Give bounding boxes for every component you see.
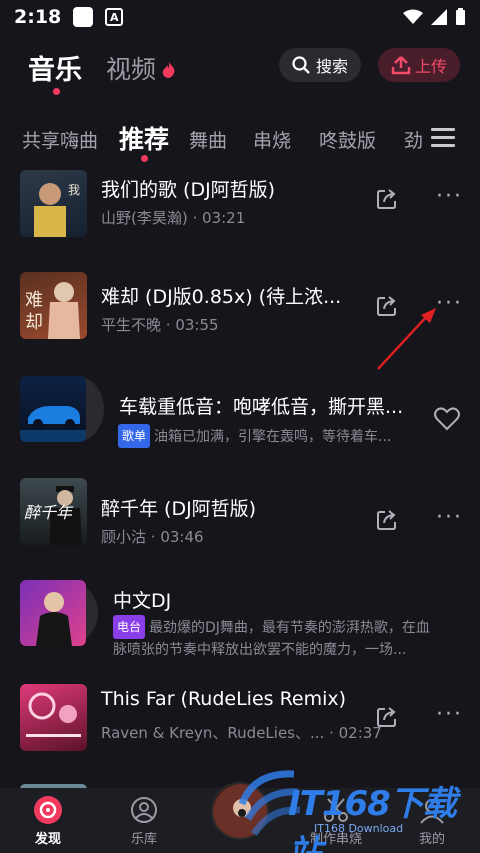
cat-tab-recommend[interactable]: 推荐 bbox=[119, 120, 169, 156]
nav-library[interactable]: 乐库 bbox=[104, 788, 184, 853]
song-meta: Raven & Kreyn、RudeLies、... · 02:37 bbox=[101, 724, 382, 742]
cat-tab-dance[interactable]: 舞曲 bbox=[189, 126, 227, 153]
library-icon bbox=[131, 797, 157, 823]
playlist-desc: 油箱已加满，引擎在轰鸣，等待着车... bbox=[154, 429, 392, 445]
more-options-icon[interactable]: ··· bbox=[436, 291, 463, 316]
song-cover: 难却 bbox=[20, 272, 87, 339]
song-meta: 顾小沽 · 03:46 bbox=[101, 528, 204, 546]
svg-text:难: 难 bbox=[25, 290, 43, 311]
cat-active-indicator bbox=[141, 155, 148, 162]
nav-mine-label: 我的 bbox=[418, 832, 445, 847]
share-icon[interactable] bbox=[376, 188, 398, 210]
nav-create-label: 制作串烧 bbox=[309, 832, 362, 847]
notification-icon bbox=[73, 7, 94, 27]
upload-label: 上传 bbox=[414, 57, 447, 76]
status-time: 2:18 bbox=[14, 6, 62, 28]
song-artist: 顾小沽 bbox=[101, 528, 147, 546]
profile-icon bbox=[420, 799, 444, 824]
radio-item[interactable]: 中文DJ 电台 最劲爆的DJ舞曲，最有节奏的澎湃热歌，在血 脉喷张的节奏中释放出欲… bbox=[0, 577, 480, 682]
song-title: 我们的歌 (DJ阿哲版) bbox=[101, 179, 276, 201]
top-nav: 音乐 视频 搜索 上传 bbox=[0, 40, 480, 100]
cat-tab-more[interactable]: 劲 bbox=[404, 126, 424, 153]
hot-flame-icon bbox=[162, 62, 175, 78]
playlist-cover bbox=[20, 376, 86, 442]
scissors-icon bbox=[324, 798, 348, 822]
radio-desc-text: 脉喷张的节奏中释放出欲罢不能的魔力，一场... bbox=[113, 642, 407, 658]
svg-text:醉千年: 醉千年 bbox=[24, 503, 74, 522]
list-item[interactable]: This Far (RudeLies Remix) Raven & Kreyn、… bbox=[0, 682, 480, 788]
share-icon[interactable] bbox=[376, 509, 398, 531]
tag-playlist: 歌单 bbox=[118, 424, 151, 448]
song-meta: 山野(李昊瀚) · 03:21 bbox=[101, 209, 246, 227]
svg-text:我: 我 bbox=[68, 183, 80, 197]
song-meta: 平生不晚 · 03:55 bbox=[101, 316, 219, 334]
playlist-item[interactable]: 车载重低音：咆哮低音，撕开黑... 歌单 油箱已加满，引擎在轰鸣，等待着车... bbox=[0, 372, 480, 472]
song-list: 我 我们的歌 (DJ阿哲版) 山野(李昊瀚) · 03:21 ··· 难却 难却… bbox=[0, 162, 480, 788]
nav-create-medley[interactable]: 制作串烧 bbox=[296, 788, 376, 853]
radio-desc-line: 电台 最劲爆的DJ舞曲，最有节奏的澎湃热歌，在血 bbox=[113, 615, 463, 639]
song-cover: 我 bbox=[20, 170, 87, 237]
search-button[interactable]: 搜索 bbox=[279, 48, 361, 82]
status-bar: 2:18 A bbox=[0, 0, 480, 34]
heart-icon[interactable] bbox=[434, 407, 460, 431]
cat-tab-gongxiang[interactable]: 共享嗨曲 bbox=[22, 126, 98, 153]
cat-tab-medley[interactable]: 串烧 bbox=[253, 126, 291, 153]
song-artist: 山野(李昊瀚) bbox=[101, 209, 188, 227]
playlist-title: 车载重低音：咆哮低音，撕开黑... bbox=[119, 396, 404, 418]
song-cover bbox=[20, 684, 87, 751]
more-options-icon[interactable]: ··· bbox=[436, 702, 463, 727]
song-title: 难却 (DJ版0.85x) (待上浓... bbox=[101, 286, 342, 308]
nav-library-label: 乐库 bbox=[130, 832, 157, 847]
nav-mine[interactable]: 我的 bbox=[392, 788, 472, 853]
search-icon bbox=[292, 56, 310, 74]
list-item[interactable]: 我 我们的歌 (DJ阿哲版) 山野(李昊瀚) · 03:21 ··· bbox=[0, 162, 480, 262]
radio-cover bbox=[20, 580, 86, 646]
app-notification-icon: A bbox=[105, 8, 124, 26]
song-title: 醉千年 (DJ阿哲版) bbox=[101, 498, 257, 520]
wifi-icon bbox=[403, 9, 423, 24]
song-cover: 醉千年 bbox=[20, 478, 87, 545]
tag-radio: 电台 bbox=[113, 615, 146, 639]
discover-icon bbox=[34, 796, 62, 824]
tab-video[interactable]: 视频 bbox=[106, 50, 156, 86]
nav-discover[interactable]: 发现 bbox=[8, 788, 88, 853]
share-icon[interactable] bbox=[376, 295, 398, 317]
radio-desc: 电台 最劲爆的DJ舞曲，最有节奏的澎湃热歌，在血 脉喷张的节奏中释放出欲罢不能的魔… bbox=[113, 615, 463, 661]
svg-text:却: 却 bbox=[25, 312, 43, 333]
cat-tab-dongguban[interactable]: 咚鼓版 bbox=[319, 126, 376, 153]
song-title: This Far (RudeLies Remix) bbox=[101, 688, 347, 710]
upload-icon bbox=[391, 56, 411, 75]
category-tabs: 共享嗨曲 推荐 舞曲 串烧 咚鼓版 劲 bbox=[0, 112, 480, 162]
song-artist: Raven & Kreyn、RudeLies、... bbox=[101, 724, 325, 742]
bottom-nav: 发现 乐库 制作串烧 我的 bbox=[0, 782, 480, 853]
signal-icon bbox=[431, 9, 447, 25]
search-label: 搜索 bbox=[315, 57, 348, 76]
list-item[interactable]: 难却 难却 (DJ版0.85x) (待上浓... 平生不晚 · 03:55 ··… bbox=[0, 262, 480, 372]
now-playing-disc[interactable] bbox=[211, 782, 269, 840]
share-icon[interactable] bbox=[376, 706, 398, 728]
list-item[interactable]: 醉千年 醉千年 (DJ阿哲版) 顾小沽 · 03:46 ··· bbox=[0, 472, 480, 577]
song-duration: 03:21 bbox=[202, 209, 246, 227]
song-duration: 03:46 bbox=[160, 528, 204, 546]
radio-title: 中文DJ bbox=[113, 590, 172, 612]
active-tab-indicator bbox=[53, 88, 60, 95]
upload-button[interactable]: 上传 bbox=[378, 48, 460, 82]
nav-discover-label: 发现 bbox=[34, 832, 61, 847]
more-options-icon[interactable]: ··· bbox=[436, 505, 463, 530]
more-options-icon[interactable]: ··· bbox=[436, 184, 463, 209]
playlist-desc-line: 歌单 油箱已加满，引擎在轰鸣，等待着车... bbox=[118, 424, 391, 448]
battery-icon bbox=[456, 8, 465, 25]
song-duration: 03:55 bbox=[175, 316, 219, 334]
category-menu-icon[interactable] bbox=[431, 128, 455, 152]
song-artist: 平生不晚 bbox=[101, 316, 162, 334]
radio-desc-text: 最劲爆的DJ舞曲，最有节奏的澎湃热歌，在血 bbox=[149, 620, 430, 636]
tab-music[interactable]: 音乐 bbox=[28, 48, 82, 87]
